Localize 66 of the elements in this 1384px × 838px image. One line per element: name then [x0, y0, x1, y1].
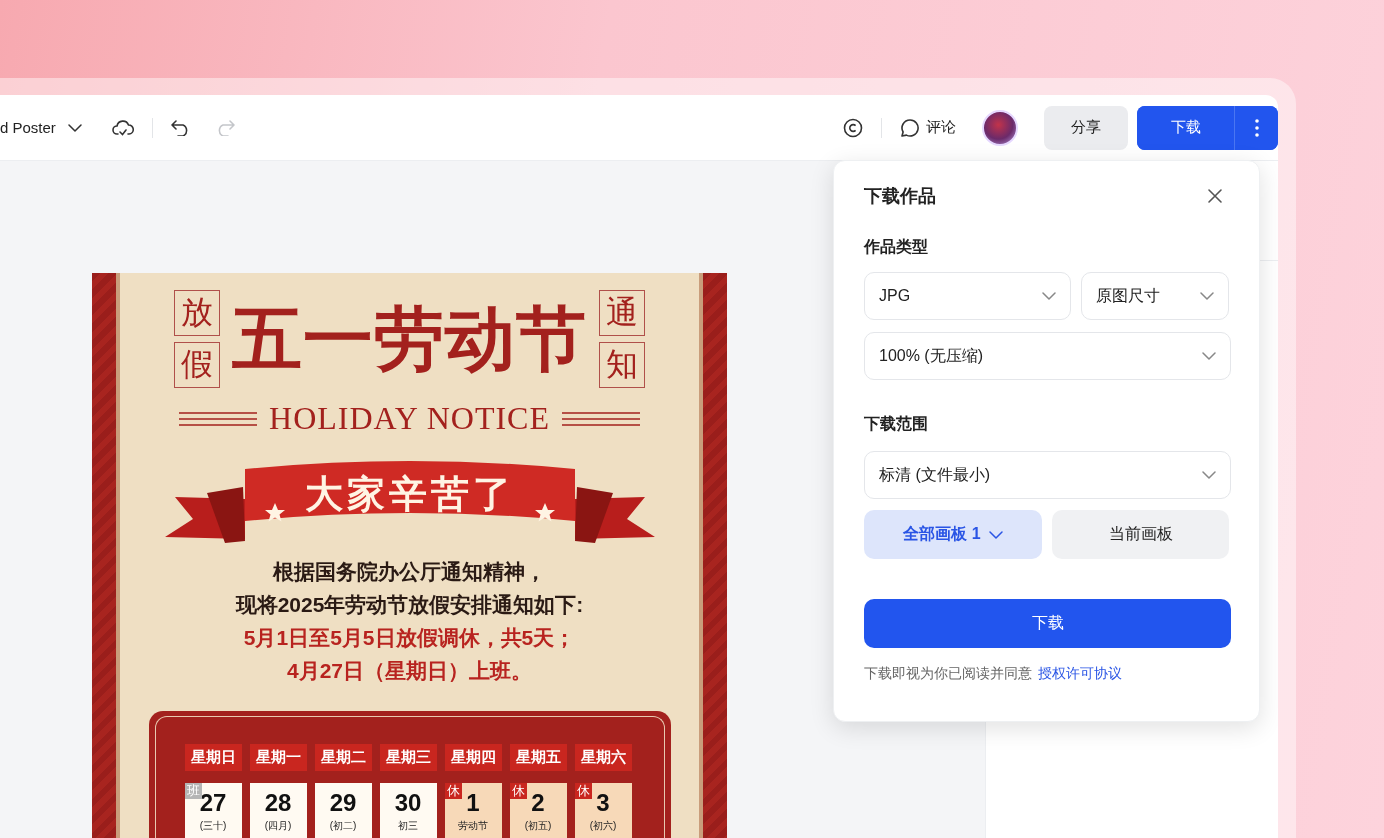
day-tag: 班: [184, 783, 202, 799]
poster-side-character: 知: [599, 342, 645, 388]
weekday-label: 星期日: [184, 744, 242, 771]
dialog-title: 下载作品: [864, 185, 936, 208]
section-heading: 作品类型: [864, 237, 929, 257]
resolution-select[interactable]: 标清 (文件最小): [864, 451, 1231, 499]
format-select[interactable]: JPG: [864, 272, 1071, 320]
day-tag: 休: [574, 783, 592, 799]
speech-bubble-icon: [900, 117, 920, 138]
notice-line: 5月1日至5月5日放假调休，共5天；: [243, 625, 576, 651]
decorative-lines-icon: [179, 410, 258, 427]
day-number: 29: [329, 791, 357, 815]
chevron-down-icon: [1200, 292, 1214, 300]
day-number: 1: [466, 791, 480, 815]
chevron-down-icon: [1202, 352, 1216, 360]
day-note: 劳动节: [458, 819, 488, 833]
quality-select[interactable]: 100% (无压缩): [864, 332, 1231, 380]
poster-side-character: 放: [174, 290, 220, 336]
chevron-down-icon: [1041, 292, 1056, 300]
day-note: 初三: [398, 819, 418, 833]
section-heading: 下载范围: [864, 414, 929, 434]
more-icon: [1254, 118, 1259, 137]
day-note: (四月): [264, 819, 292, 833]
copyright-icon[interactable]: [843, 117, 863, 138]
day-number: 3: [596, 791, 610, 815]
file-name[interactable]: d Poster: [0, 119, 56, 136]
chevron-down-icon: [1202, 471, 1216, 479]
weekday-label: 星期一: [249, 744, 307, 771]
license-link[interactable]: 授权许可协议: [1038, 665, 1122, 681]
ribbon-text: 大家辛苦了: [304, 472, 515, 517]
size-select[interactable]: 原图尺寸: [1080, 272, 1229, 320]
poster-side-character: 假: [174, 342, 220, 388]
notice-line: 根据国务院办公厅通知精神，: [273, 559, 546, 585]
poster-title: 五一劳动节: [232, 304, 587, 374]
day-note: (初五): [524, 819, 552, 833]
weekday-label: 星期三: [379, 744, 437, 771]
day-number: 28: [264, 791, 292, 815]
day-tag: 休: [509, 783, 527, 799]
weekday-label: 星期四: [444, 744, 502, 771]
avatar[interactable]: [982, 109, 1018, 146]
range-option[interactable]: 当前画板: [1052, 510, 1229, 559]
poster-side-character: 通: [599, 290, 645, 336]
day-note: (初二): [329, 819, 357, 833]
decorative-lines-icon: [561, 410, 640, 427]
day-number: 2: [531, 791, 545, 815]
day-note: (三十): [199, 819, 227, 833]
weekday-label: 星期二: [314, 744, 372, 771]
poster-subtitle: HOLIDAY NOTICE: [269, 400, 550, 437]
day-number: 27: [199, 791, 227, 815]
day-number: 30: [394, 791, 422, 815]
day-note: (初六): [589, 819, 617, 833]
chevron-down-icon: [67, 123, 82, 132]
download-button[interactable]: 下载: [864, 599, 1231, 648]
share-button[interactable]: 分享: [1044, 105, 1128, 150]
day-tag: 休: [444, 783, 462, 799]
weekday-label: 星期五: [509, 744, 567, 771]
comment-button[interactable]: 评论: [900, 117, 956, 138]
more-options-button[interactable]: [1234, 105, 1278, 150]
notice-line: 4月27日（星期日）上班。: [286, 658, 532, 684]
agreement-text: 下载即视为你已阅读并同意 授权许可协议: [864, 665, 1123, 683]
close-icon[interactable]: [1207, 188, 1223, 204]
notice-line: 现将2025年劳动节放假安排通知如下:: [235, 592, 584, 618]
range-option[interactable]: 全部画板 1: [864, 510, 1042, 559]
chevron-down-icon: [988, 530, 1003, 539]
cloud-check-icon[interactable]: [111, 118, 134, 137]
weekday-label: 星期六: [574, 744, 632, 771]
